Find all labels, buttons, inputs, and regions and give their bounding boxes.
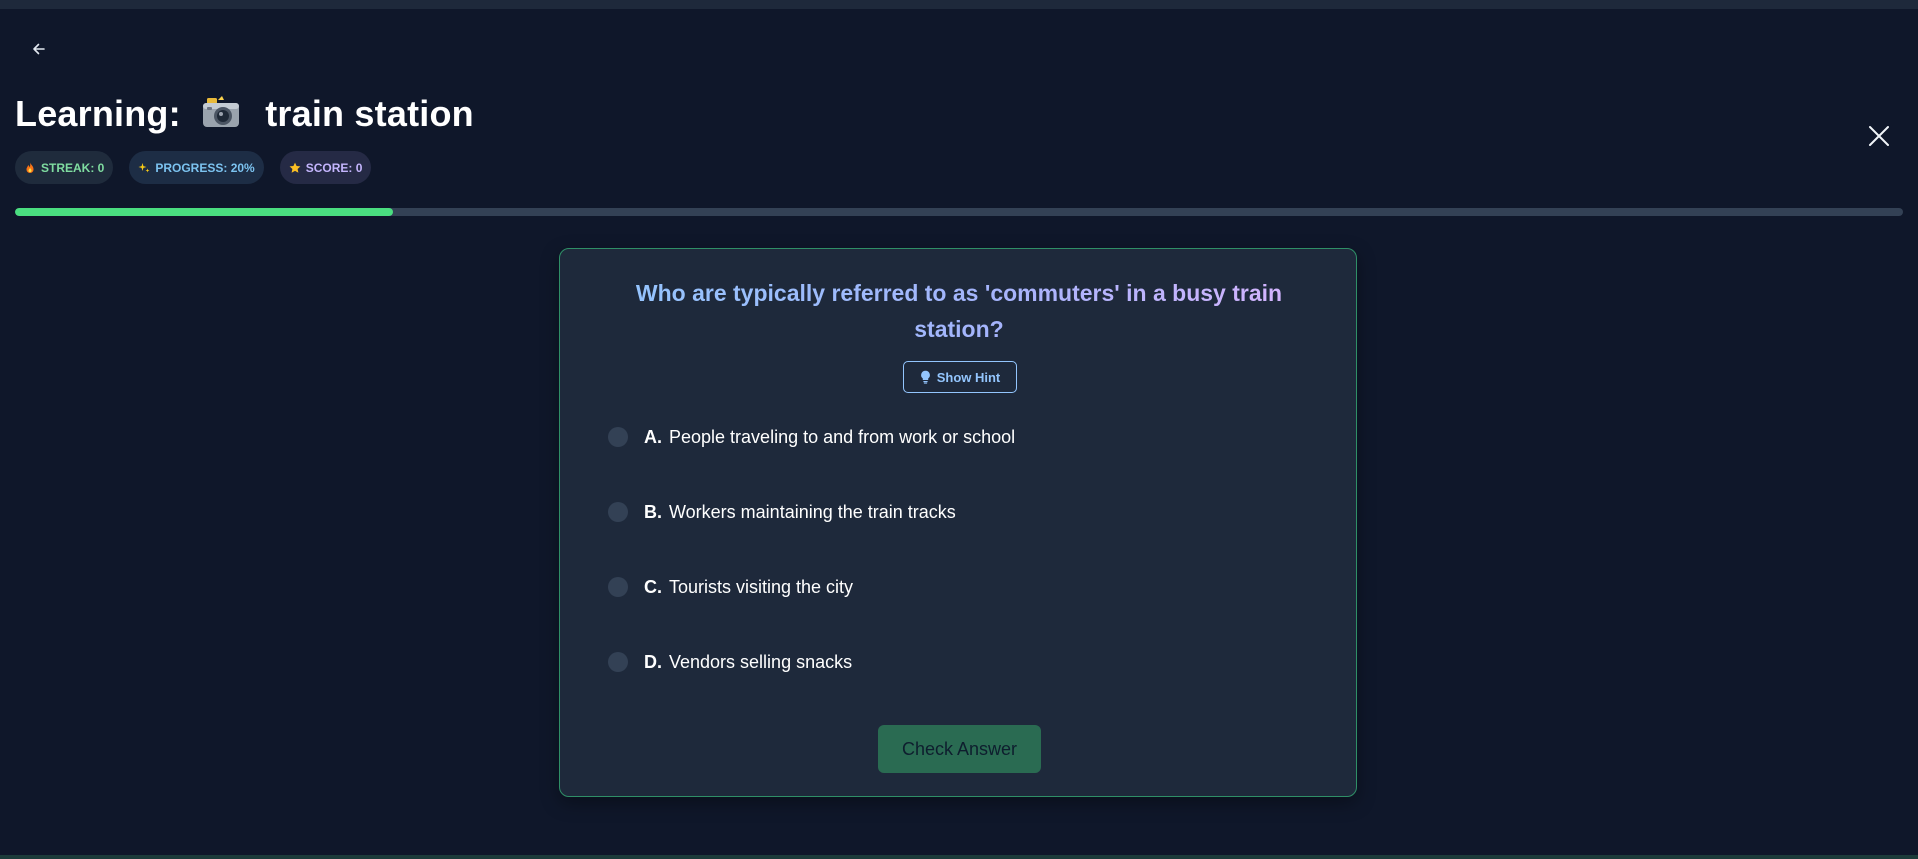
sparkles-icon <box>138 162 150 172</box>
bottom-border <box>0 855 1918 859</box>
fire-icon <box>26 162 34 173</box>
option-d-text: Vendors selling snacks <box>669 651 853 672</box>
title-prefix: Learning: <box>15 93 181 134</box>
quiz-card: Who are typically referred to as 'commut… <box>559 248 1357 797</box>
score-badge: SCORE: 0 <box>279 151 372 184</box>
option-b-text: Workers maintaining the train tracks <box>669 501 956 522</box>
star-icon <box>289 162 301 173</box>
option-c-letter: C. <box>644 576 662 597</box>
option-c-text: Tourists visiting the city <box>669 576 854 597</box>
show-hint-button[interactable]: Show Hint <box>903 361 1017 393</box>
lightbulb-icon <box>920 370 930 384</box>
option-a[interactable]: A. People traveling to and from work or … <box>608 422 1308 452</box>
camera-icon <box>201 93 241 129</box>
option-c-radio[interactable] <box>608 577 628 597</box>
title-topic: train station <box>265 93 474 134</box>
option-a-letter: A. <box>644 426 662 447</box>
streak-badge: STREAK: 0 <box>15 151 114 184</box>
page-title: Learning: train station <box>15 89 474 139</box>
option-a-text: People traveling to and from work or sch… <box>669 426 1016 447</box>
option-b-radio[interactable] <box>608 502 628 522</box>
question-text: Who are typically referred to as 'commut… <box>600 275 1318 347</box>
progress-badge: PROGRESS: 20% <box>129 151 264 184</box>
stats-badges: STREAK: 0 PROGRESS: 20% SCORE: 0 <box>15 151 372 184</box>
score-label: SCORE: 0 <box>305 160 363 175</box>
option-c[interactable]: C. Tourists visiting the city <box>608 572 1308 602</box>
close-button[interactable] <box>1864 121 1894 151</box>
option-b-letter: B. <box>644 501 662 522</box>
close-icon <box>1869 126 1889 146</box>
option-b[interactable]: B. Workers maintaining the train tracks <box>608 497 1308 527</box>
back-button[interactable] <box>26 38 52 60</box>
top-bar <box>0 0 1918 9</box>
streak-label: STREAK: 0 <box>41 160 105 175</box>
option-a-radio[interactable] <box>608 427 628 447</box>
progress-bar <box>15 208 1903 216</box>
progress-label: PROGRESS: 20% <box>155 160 255 175</box>
progress-bar-fill <box>15 208 393 216</box>
check-answer-button[interactable]: Check Answer <box>878 725 1041 773</box>
option-d[interactable]: D. Vendors selling snacks <box>608 647 1308 677</box>
show-hint-label: Show Hint <box>936 369 1001 385</box>
option-d-letter: D. <box>644 651 662 672</box>
option-d-radio[interactable] <box>608 652 628 672</box>
arrow-left-icon <box>33 43 45 55</box>
